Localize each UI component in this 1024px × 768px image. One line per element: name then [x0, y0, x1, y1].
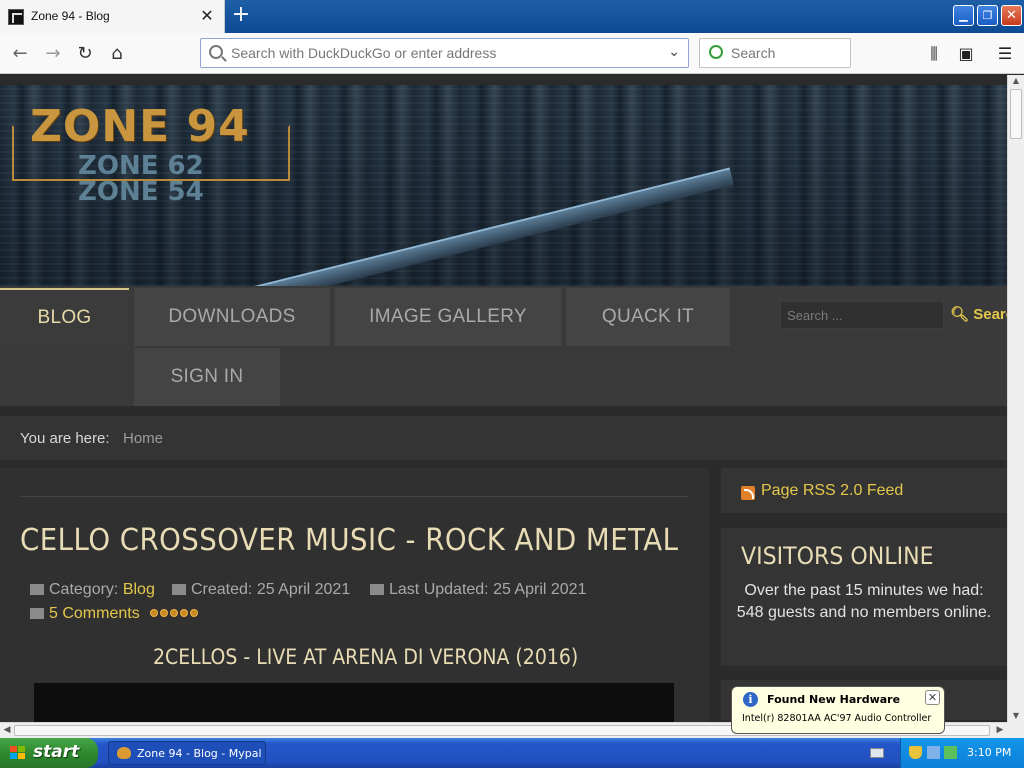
scroll-up-arrow-icon[interactable]: ▲ — [1010, 75, 1022, 87]
reload-button[interactable]: ↻ — [72, 41, 98, 67]
vertical-scroll-thumb[interactable] — [1010, 89, 1022, 139]
tab-close-icon[interactable]: ✕ — [199, 7, 215, 25]
notification-balloon[interactable]: i Found New Hardware ✕ Intel(r) 82801AA … — [731, 686, 945, 734]
created-date: Created: 25 April 2021 — [191, 581, 351, 598]
site-main-menu: BLOG DOWNLOADS IMAGE GALLERY QUACK IT SI… — [0, 286, 1007, 406]
restore-button[interactable]: ❐ — [977, 5, 998, 26]
start-label: start — [33, 742, 80, 762]
tab-title: Zone 94 - Blog — [31, 9, 110, 23]
browser-search-input[interactable] — [731, 43, 841, 63]
article-updated: Last Updated: 25 April 2021 — [370, 581, 586, 599]
menu-item-sign-in[interactable]: SIGN IN — [134, 348, 280, 406]
security-shield-icon[interactable] — [909, 746, 922, 759]
updated-date: Last Updated: 25 April 2021 — [389, 581, 587, 598]
magnifier-icon: 🔍︎ — [950, 306, 970, 323]
site-search-button[interactable]: 🔍︎ Search — [944, 301, 1007, 329]
article-category: Category: Blog — [30, 581, 155, 599]
star-icon[interactable] — [160, 609, 168, 617]
start-button[interactable]: start — [0, 738, 98, 768]
browser-search-box[interactable] — [699, 38, 851, 68]
comments-link[interactable]: 5 Comments — [49, 605, 140, 622]
notification-title: Found New Hardware — [767, 693, 901, 706]
rss-feed-link[interactable]: Page RSS 2.0 Feed — [761, 482, 903, 500]
sidebar-toggle-icon[interactable]: ▣ — [953, 41, 979, 67]
article-comments: 5 Comments — [30, 605, 140, 623]
taskbar-clock: 3:10 PM — [967, 746, 1012, 759]
windows-flag-icon — [10, 746, 26, 760]
window-close-button[interactable]: ✕ — [1001, 5, 1022, 26]
rating-stars[interactable] — [150, 609, 198, 617]
category-label: Category: — [49, 581, 119, 598]
article-title[interactable]: CELLO CROSSOVER MUSIC - ROCK AND METAL — [20, 523, 678, 558]
calendar-icon — [172, 584, 186, 595]
article-subtitle: 2CELLOS - LIVE AT ARENA DI VERONA (2016) — [153, 645, 579, 669]
logo-subtitle-2: ZONE 54 — [78, 177, 204, 207]
navigation-toolbar: ← → ↻ ⌂ ⌄ ⫼ ▣ ☰ — [0, 33, 1024, 74]
star-icon[interactable] — [190, 609, 198, 617]
search-engine-icon[interactable] — [709, 45, 723, 59]
network-icon[interactable] — [927, 746, 940, 759]
address-input[interactable] — [231, 43, 651, 63]
keyboard-icon[interactable] — [870, 748, 884, 758]
library-icon[interactable]: ⫼ — [921, 41, 947, 67]
browser-tab-bar: Zone 94 - Blog ✕ + ▁ ❐ ✕ — [0, 0, 1024, 33]
star-icon[interactable] — [180, 609, 188, 617]
menu-item-downloads[interactable]: DOWNLOADS — [134, 288, 330, 346]
mypal-browser-icon — [117, 747, 131, 759]
comment-icon — [30, 608, 44, 619]
star-icon[interactable] — [150, 609, 158, 617]
breadcrumb-home-link[interactable]: Home — [123, 430, 163, 447]
menu-hamburger-icon[interactable]: ☰ — [992, 41, 1018, 67]
site-search-input[interactable] — [781, 302, 943, 328]
star-icon[interactable] — [170, 609, 178, 617]
site-search-box[interactable] — [780, 301, 944, 329]
visitors-online-box: VISITORS ONLINE Over the past 15 minutes… — [721, 528, 1007, 666]
back-button[interactable]: ← — [7, 41, 33, 67]
chevron-down-icon[interactable]: ⌄ — [668, 44, 680, 60]
scroll-left-arrow-icon[interactable]: ◀ — [1, 724, 13, 736]
folder-icon — [30, 584, 44, 595]
site-favicon-icon — [8, 9, 24, 25]
forward-button[interactable]: → — [40, 41, 66, 67]
breadcrumb: You are here: Home — [0, 416, 1007, 460]
calendar-icon — [370, 584, 384, 595]
video-embed[interactable] — [34, 683, 674, 722]
rss-feed-box: Page RSS 2.0 Feed — [721, 468, 1007, 513]
breadcrumb-label: You are here: — [20, 430, 110, 447]
scroll-down-arrow-icon[interactable]: ▼ — [1010, 710, 1022, 722]
menu-item-blog[interactable]: BLOG — [0, 288, 129, 346]
site-header-banner: ZONE 94 ZONE 62 ZONE 54 — [0, 85, 1007, 286]
browser-tab-active[interactable]: Zone 94 - Blog ✕ — [0, 0, 225, 33]
page-viewport: ZONE 94 ZONE 62 ZONE 54 BLOG DOWNLOADS I… — [0, 75, 1007, 722]
rss-icon — [741, 486, 755, 500]
taskbar-window-title: Zone 94 - Blog - Mypal — [137, 747, 262, 760]
address-bar[interactable]: ⌄ — [200, 38, 689, 68]
vertical-scrollbar[interactable]: ▲ ▼ — [1007, 75, 1024, 722]
search-icon — [209, 45, 223, 59]
menu-item-image-gallery[interactable]: IMAGE GALLERY — [335, 288, 561, 346]
menu-item-quack-it[interactable]: QUACK IT — [566, 288, 730, 346]
notification-close-icon[interactable]: ✕ — [925, 690, 940, 705]
category-link[interactable]: Blog — [123, 581, 155, 598]
notification-body: Intel(r) 82801AA AC'97 Audio Controller — [742, 713, 932, 724]
site-search-button-label: Search — [973, 306, 1007, 323]
divider — [20, 496, 689, 497]
scrollbar-corner — [1007, 722, 1024, 738]
visitors-title: VISITORS ONLINE — [741, 542, 934, 570]
hardware-icon[interactable] — [944, 746, 957, 759]
new-tab-button[interactable]: + — [230, 4, 252, 28]
visitors-text: Over the past 15 minutes we had: 548 gue… — [736, 582, 992, 621]
minimize-button[interactable]: ▁ — [953, 5, 974, 26]
taskbar-window-button[interactable]: Zone 94 - Blog - Mypal — [108, 741, 266, 765]
scroll-right-arrow-icon[interactable]: ▶ — [994, 724, 1006, 736]
site-logo[interactable]: ZONE 94 — [30, 101, 250, 152]
article-created: Created: 25 April 2021 — [172, 581, 350, 599]
windows-taskbar: start Zone 94 - Blog - Mypal 3:10 PM — [0, 738, 1024, 768]
info-icon: i — [743, 692, 758, 707]
home-button[interactable]: ⌂ — [104, 41, 130, 67]
system-tray: 3:10 PM — [900, 738, 1024, 768]
